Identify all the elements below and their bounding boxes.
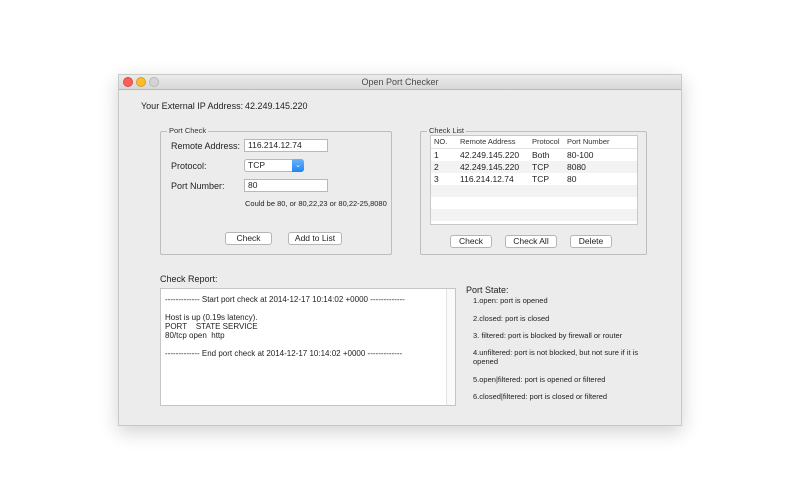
- port-state-item: 4.unfiltered: port is not blocked, but n…: [473, 348, 639, 357]
- table-row-empty: [431, 197, 637, 209]
- port-state-title: Port State:: [466, 285, 509, 295]
- table-header: NO. Remote Address Protocol Port Number: [431, 136, 637, 149]
- port-check-title: Port Check: [167, 126, 209, 135]
- report-line: ------------- End port check at 2014-12-…: [165, 349, 403, 358]
- check-all-button[interactable]: Check All: [505, 235, 557, 248]
- protocol-label: Protocol:: [171, 161, 207, 171]
- port-state-item: 5.open|filtered: port is opened or filte…: [473, 375, 606, 384]
- row-no: 3: [434, 174, 439, 184]
- row-protocol: TCP: [532, 174, 549, 184]
- row-remote-address: 42.249.145.220: [460, 150, 520, 160]
- report-scrollbar[interactable]: [446, 289, 455, 405]
- port-state-item: 2.closed: port is closed: [473, 314, 550, 323]
- window-title: Open Port Checker: [361, 77, 439, 87]
- port-state-item: 1.open: port is opened: [473, 296, 548, 305]
- ip-value: 42.249.145.220: [245, 101, 308, 111]
- chevron-down-icon: ⌄: [292, 159, 304, 172]
- report-line: PORT STATE SERVICE: [165, 322, 258, 331]
- row-remote-address: 42.249.145.220: [460, 162, 520, 172]
- port-number-input[interactable]: 80: [244, 179, 328, 192]
- check-list-title: Check List: [427, 126, 467, 135]
- report-line: [165, 340, 455, 349]
- column-header-port-number[interactable]: Port Number: [567, 137, 610, 146]
- list-check-button[interactable]: Check: [450, 235, 492, 248]
- check-button[interactable]: Check: [225, 232, 272, 245]
- table-row-empty: [431, 209, 637, 221]
- row-port-number: 80-100: [567, 150, 594, 160]
- remote-address-label: Remote Address:: [171, 141, 241, 151]
- ip-label: Your External IP Address:: [141, 101, 244, 111]
- add-to-list-button[interactable]: Add to List: [288, 232, 342, 245]
- report-line: Host is up (0.19s latency).: [165, 313, 258, 322]
- report-line: 80/tcp open http: [165, 331, 225, 340]
- remote-address-input[interactable]: 116.214.12.74: [244, 139, 328, 152]
- row-port-number: 80: [567, 174, 577, 184]
- row-no: 1: [434, 150, 439, 160]
- row-port-number: 8080: [567, 162, 586, 172]
- row-protocol: TCP: [532, 162, 549, 172]
- row-remote-address: 116.214.12.74: [460, 174, 514, 184]
- delete-button[interactable]: Delete: [570, 235, 612, 248]
- check-list-table: NO. Remote Address Protocol Port Number …: [430, 135, 638, 225]
- port-state-item: opened: [473, 357, 499, 366]
- column-header-no[interactable]: NO.: [434, 137, 447, 146]
- port-number-hint: Could be 80, or 80,22,23 or 80,22-25,808…: [245, 199, 387, 208]
- report-line: ------------- Start port check at 2014-1…: [165, 295, 405, 304]
- table-row-empty: [431, 185, 637, 197]
- report-line: [165, 304, 455, 313]
- row-no: 2: [434, 162, 439, 172]
- column-header-remote-address[interactable]: Remote Address: [460, 137, 515, 146]
- port-state-item: 3. filtered: port is blocked by firewall…: [473, 331, 623, 340]
- title-bar: Open Port Checker: [119, 75, 681, 90]
- port-number-label: Port Number:: [171, 181, 225, 191]
- table-row[interactable]: 2 42.249.145.220 TCP 8080: [431, 161, 637, 173]
- column-header-protocol[interactable]: Protocol: [532, 137, 560, 146]
- table-row[interactable]: 3 116.214.12.74 TCP 80: [431, 173, 637, 185]
- table-row[interactable]: 1 42.249.145.220 Both 80-100: [431, 149, 637, 161]
- check-report-label: Check Report:: [160, 274, 218, 284]
- row-protocol: Both: [532, 150, 550, 160]
- protocol-value: TCP: [248, 160, 265, 170]
- protocol-select[interactable]: TCP ⌄: [244, 159, 304, 172]
- port-state-item: 6.closed|filtered: port is closed or fil…: [473, 392, 608, 401]
- check-report-textview[interactable]: ------------- Start port check at 2014-1…: [160, 288, 456, 406]
